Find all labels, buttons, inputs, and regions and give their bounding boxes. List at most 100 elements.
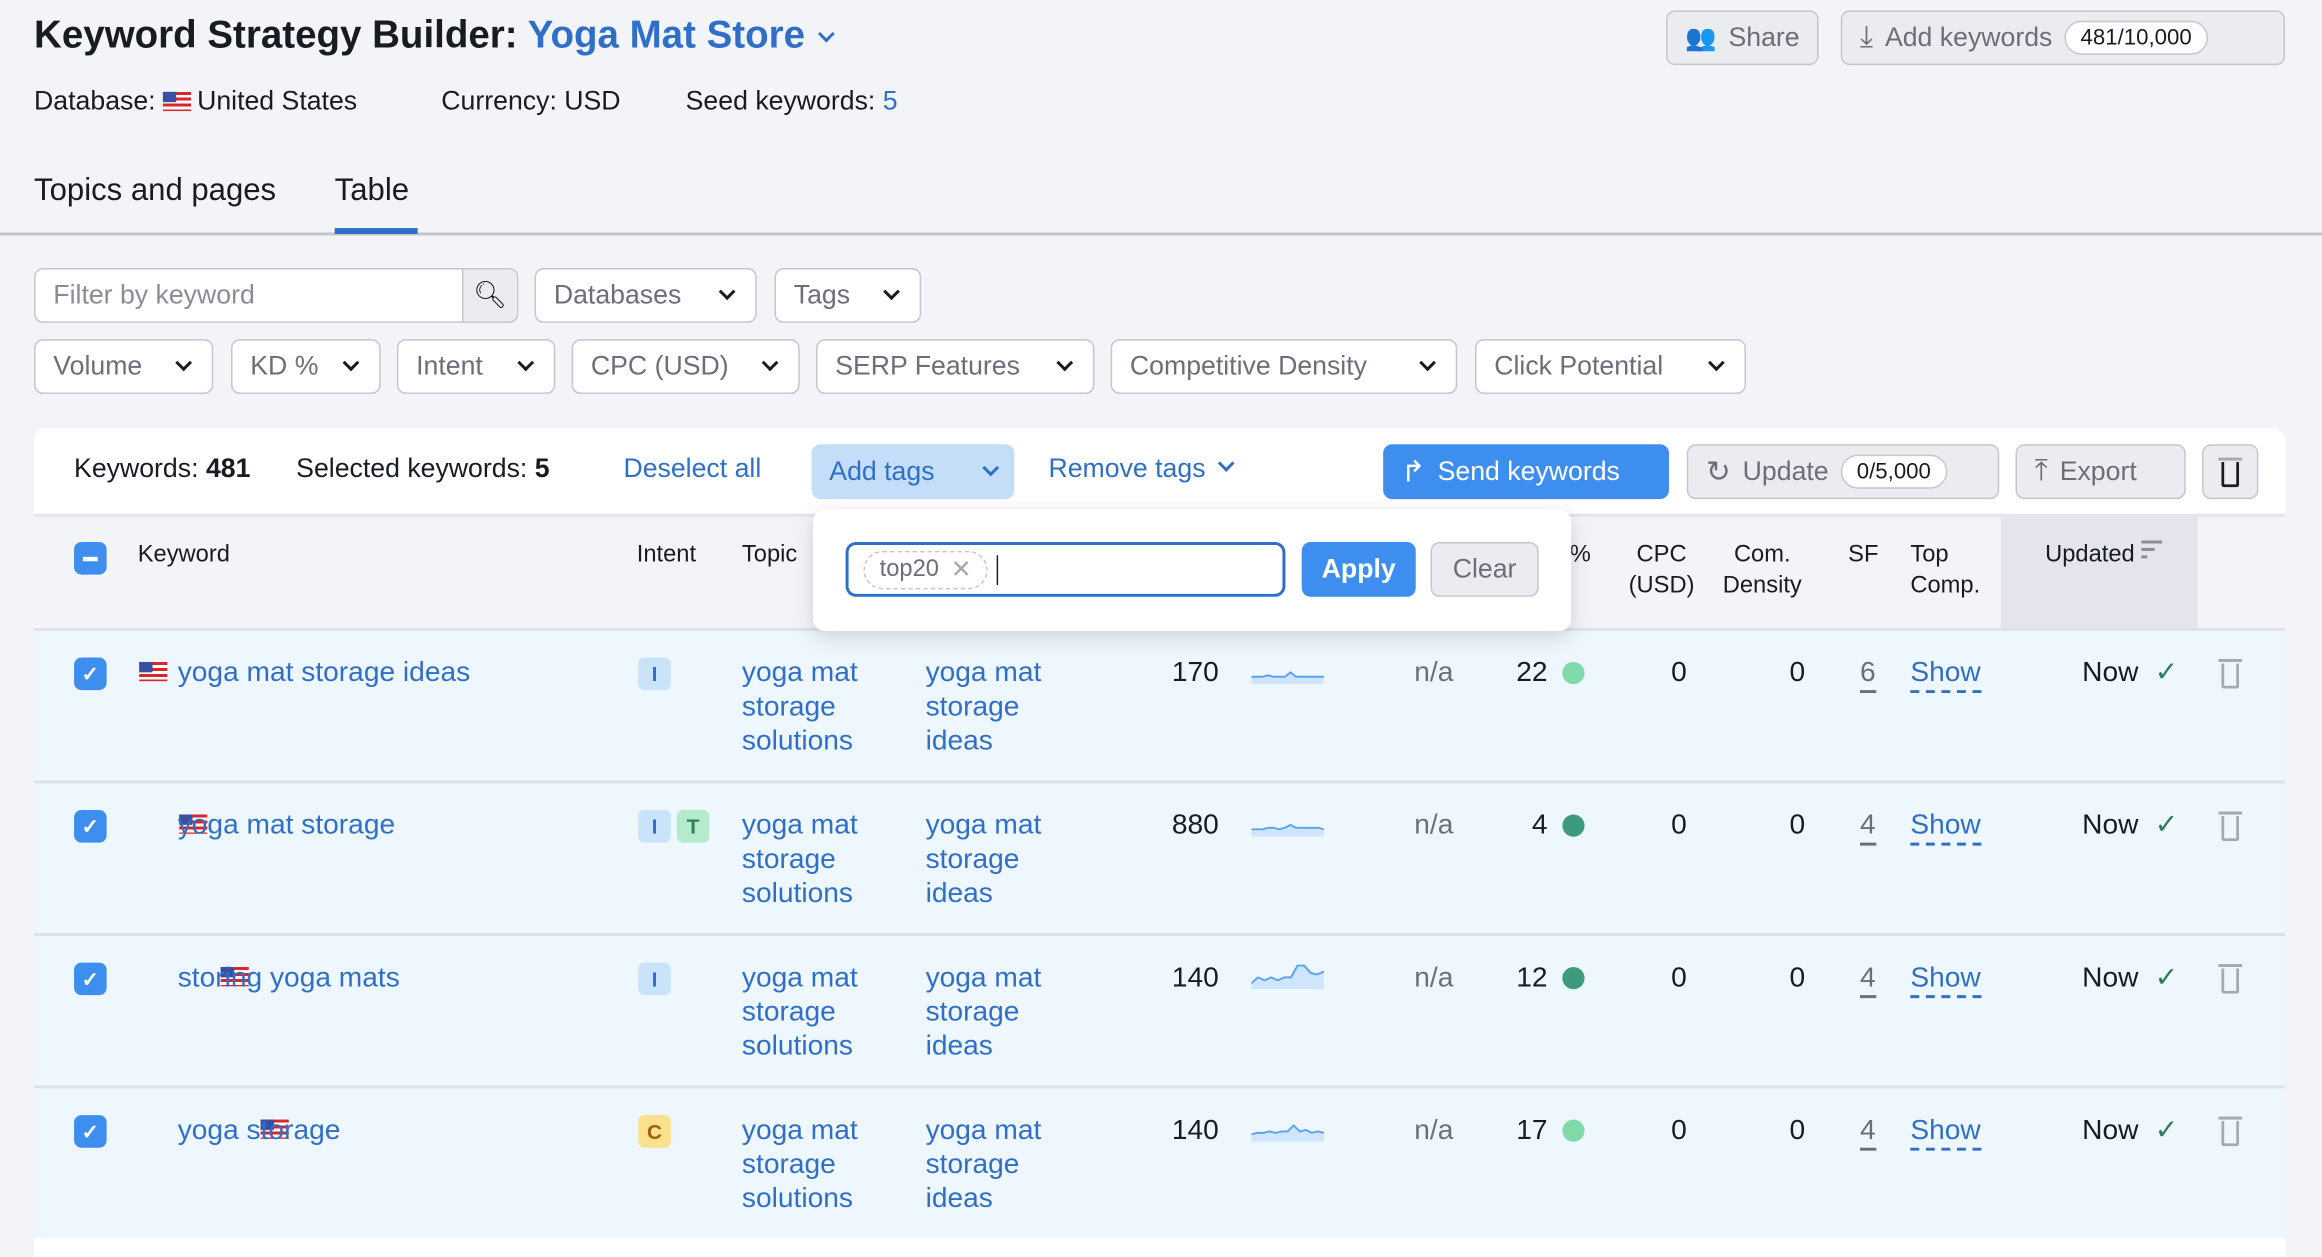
refresh-icon: ↻ — [1705, 456, 1731, 489]
click-potential-value: n/a — [1414, 962, 1454, 994]
volume-filter[interactable]: Volume — [34, 339, 214, 394]
show-competitors-link[interactable]: Show — [1910, 809, 1981, 846]
tab-topics-and-pages[interactable]: Topics and pages — [34, 173, 276, 209]
share-label: Share — [1728, 22, 1800, 52]
column-keyword[interactable]: Keyword — [138, 539, 230, 570]
updated-value: Now — [2082, 657, 2139, 689]
tag-input[interactable]: top20 ✕ — [845, 542, 1286, 597]
kd-indicator-dot — [1562, 967, 1585, 990]
keyword-link[interactable]: yoga mat storage ideas — [178, 656, 471, 690]
page-link[interactable]: yoga mat storage ideas — [926, 656, 1042, 758]
volume-value: 140 — [1171, 1115, 1219, 1147]
keyword-link[interactable]: storing yoga mats — [178, 961, 400, 995]
add-keywords-button[interactable]: ⤓ Add keywords 481/10,000 — [1840, 10, 2286, 66]
chevron-down-icon — [1419, 353, 1436, 371]
topic-line: yoga mat — [741, 1115, 858, 1147]
seed-count-link[interactable]: 5 — [883, 86, 898, 116]
select-all-checkbox[interactable] — [74, 542, 107, 575]
check-icon: ✓ — [2154, 1115, 2179, 1147]
seed-keywords-info: Seed keywords: 5 — [686, 86, 898, 117]
topic-link[interactable]: yoga mat storage solutions — [742, 809, 858, 911]
project-selector[interactable]: Yoga Mat Store — [528, 12, 835, 56]
keywords-label: Keywords: — [74, 453, 199, 483]
topic-link[interactable]: yoga mat storage solutions — [742, 1114, 858, 1216]
click-potential-filter[interactable]: Click Potential — [1474, 339, 1746, 394]
serp-features-link[interactable]: 6 — [1860, 656, 1876, 694]
intent-badge: I — [638, 657, 671, 691]
add-tags-button[interactable]: Add tags — [811, 444, 1015, 500]
column-topic[interactable]: Topic — [742, 539, 797, 570]
competitive-density-filter[interactable]: Competitive Density — [1110, 339, 1458, 394]
show-competitors-link[interactable]: Show — [1910, 656, 1981, 694]
filter-label: KD % — [250, 350, 319, 381]
com-density-value: 0 — [1789, 810, 1806, 842]
page-link[interactable]: yoga mat storage ideas — [926, 809, 1042, 911]
com-density-value: 0 — [1789, 1115, 1806, 1147]
serp-features-filter[interactable]: SERP Features — [815, 339, 1095, 394]
filter-by-keyword-input[interactable]: Filter by keyword 🔍︎ — [34, 268, 519, 323]
topic-line: yoga mat — [741, 810, 858, 842]
delete-row-trash-icon[interactable] — [2218, 1116, 2243, 1147]
column-updated[interactable]: Updated — [2045, 539, 2163, 570]
tags-filter[interactable]: Tags — [774, 268, 922, 323]
check-icon: ✓ — [81, 813, 100, 838]
export-button[interactable]: ⤒ Export — [2015, 444, 2186, 500]
update-button[interactable]: ↻ Update 0/5,000 — [1686, 444, 2000, 500]
column-cpc[interactable]: CPC (USD) — [1620, 539, 1703, 601]
delete-row-trash-icon[interactable] — [2218, 659, 2243, 689]
clear-button[interactable]: Clear — [1430, 542, 1539, 597]
serp-features-link[interactable]: 4 — [1860, 809, 1876, 846]
trash-icon — [2218, 457, 2243, 488]
topic-link[interactable]: yoga mat storage solutions — [742, 961, 858, 1063]
trend-sparkline — [1251, 823, 1324, 837]
cpc-filter[interactable]: CPC (USD) — [571, 339, 800, 394]
page-link[interactable]: yoga mat storage ideas — [926, 961, 1042, 1063]
remove-tags-button[interactable]: Remove tags — [1048, 453, 1235, 484]
topic-line: solutions — [741, 1183, 853, 1215]
column-intent[interactable]: Intent — [637, 539, 696, 570]
tab-table[interactable]: Table — [335, 173, 409, 209]
chevron-down-icon — [761, 353, 779, 371]
serp-features-link[interactable]: 4 — [1860, 1114, 1876, 1151]
keyword-limit-badge: 481/10,000 — [2064, 20, 2208, 55]
deselect-all-link[interactable]: Deselect all — [623, 453, 761, 484]
trend-sparkline — [1251, 964, 1324, 990]
currency-info: Currency: USD — [441, 85, 621, 116]
row-checkbox[interactable]: ✓ — [74, 962, 107, 996]
topic-line: solutions — [741, 1030, 853, 1062]
serp-features-link[interactable]: 4 — [1860, 961, 1876, 999]
show-competitors-link[interactable]: Show — [1910, 961, 1981, 999]
delete-row-trash-icon[interactable] — [2218, 964, 2243, 994]
tag-chip: top20 ✕ — [863, 550, 989, 589]
close-icon[interactable]: ✕ — [951, 555, 972, 585]
intent-filter[interactable]: Intent — [396, 339, 556, 394]
tag-chip-label: top20 — [879, 556, 939, 582]
databases-filter[interactable]: Databases — [534, 268, 757, 323]
filter-label: Volume — [53, 350, 143, 381]
show-competitors-link[interactable]: Show — [1910, 1114, 1981, 1151]
kd-filter[interactable]: KD % — [231, 339, 381, 394]
row-checkbox[interactable]: ✓ — [74, 810, 107, 843]
column-sf[interactable]: SF — [1848, 539, 1878, 570]
row-checkbox[interactable]: ✓ — [74, 657, 107, 691]
delete-selected-button[interactable] — [2202, 444, 2259, 500]
delete-row-trash-icon[interactable] — [2218, 811, 2243, 842]
cpc-value: 0 — [1671, 1115, 1687, 1147]
page-link[interactable]: yoga mat storage ideas — [926, 1114, 1042, 1216]
share-button[interactable]: 👥 Share — [1666, 10, 1819, 66]
chevron-down-icon — [718, 282, 736, 300]
topic-line: solutions — [741, 878, 853, 910]
row-checkbox[interactable]: ✓ — [74, 1115, 107, 1148]
column-com-density[interactable]: Com. Density — [1718, 539, 1807, 601]
database-value: United States — [197, 85, 358, 116]
keyword-link[interactable]: yoga storage — [178, 1114, 341, 1148]
apply-button[interactable]: Apply — [1301, 542, 1416, 597]
column-kd[interactable]: % — [1570, 539, 1591, 570]
search-placeholder: Filter by keyword — [53, 279, 255, 310]
topic-link[interactable]: yoga mat storage solutions — [742, 656, 858, 758]
update-limit-badge: 0/5,000 — [1840, 454, 1948, 489]
keyword-link[interactable]: yoga mat storage — [178, 809, 395, 843]
search-button[interactable]: 🔍︎ — [462, 269, 517, 322]
column-top-comp[interactable]: Top Comp. — [1910, 539, 1980, 601]
send-keywords-button[interactable]: ↱ Send keywords — [1383, 444, 1669, 500]
